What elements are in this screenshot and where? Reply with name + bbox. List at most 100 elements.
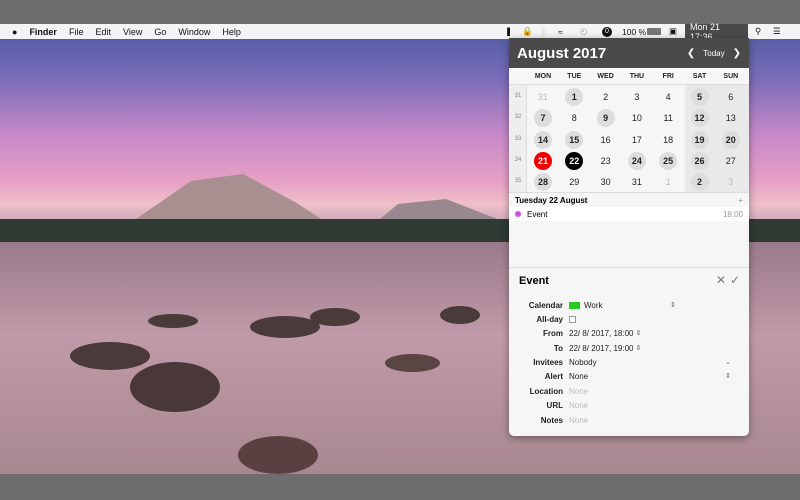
month-title: August 2017 [517,44,607,62]
field-label: Calendar [528,300,563,310]
day-cell[interactable]: 4 [659,88,677,106]
day-cell[interactable]: 10 [628,109,646,127]
field-alert[interactable]: Alert None ⇕ [509,369,749,383]
apple-menu-icon[interactable]: ● [0,27,23,37]
today-button[interactable]: Today [703,49,724,58]
event-title: Event [527,209,548,219]
menu-file[interactable]: File [63,27,90,37]
day-cell[interactable]: 18 [659,131,677,149]
event-time: 18:00 [722,209,743,219]
day-cell[interactable]: 3 [722,173,740,191]
field-label: URL [546,400,563,410]
day-cell[interactable]: 26 [690,151,709,170]
day-cell[interactable]: 29 [565,173,583,191]
field-url: URL None [509,398,749,412]
day-cell[interactable]: 15 [565,130,584,149]
day-cell[interactable]: 30 [597,173,615,191]
menu-view[interactable]: View [117,27,148,37]
stepper-icon[interactable]: ⇕ [725,372,731,380]
day-cell[interactable]: 24 [627,151,646,170]
day-cell[interactable]: 3 [628,88,646,106]
weekday-label: FRI [662,73,674,80]
clock[interactable]: Mon 21 17:36 [685,22,748,42]
spotlight-search-icon[interactable]: ⚲ [755,24,761,39]
day-cell[interactable]: 19 [690,130,709,149]
from-datetime-input[interactable]: 22/ 8/ 2017, 18:00 [569,329,634,338]
location-input[interactable]: None [569,387,588,396]
weekday-header: MON TUE WED THU FRI SAT SUN [509,68,749,84]
weekday-label: TUE [567,73,582,80]
close-icon[interactable]: ✕ [716,273,726,287]
calendar-menu-icon[interactable]: ▣ [669,24,677,39]
all-day-checkbox[interactable] [569,315,576,323]
field-location: Location None [509,384,749,398]
notification-center-icon[interactable]: ☰ [773,24,781,39]
battery-percent[interactable]: 100 % [622,24,646,39]
menu-help[interactable]: Help [216,27,247,37]
day-cell[interactable]: 31 [628,173,646,191]
status-icon[interactable]: ❚ [505,24,512,39]
day-cell[interactable]: 28 [534,173,552,192]
time-machine-icon[interactable]: ◴ [580,24,587,39]
day-cell[interactable]: 16 [597,131,615,149]
wifi-icon[interactable]: ≈ [558,24,563,39]
lock-icon[interactable]: 🔒 [522,24,533,39]
menu-app-finder[interactable]: Finder [23,27,63,37]
to-datetime-input[interactable]: 22/ 8/ 2017, 19:00 [569,344,634,353]
bluetooth-icon[interactable]: ᛒ [541,24,546,39]
week-number: 31 [514,93,522,99]
field-to: To 22/ 8/ 2017, 19:00 ⇕ [509,341,749,355]
calendar-color-swatch [569,301,580,309]
day-cell[interactable]: 6 [722,88,740,106]
weekday-label: WED [597,73,614,80]
day-cell-selected[interactable]: 22 [565,151,584,170]
day-cell-today[interactable]: 21 [534,151,552,170]
day-cell[interactable]: 20 [721,130,740,149]
calendar-select[interactable]: Work [584,301,670,310]
day-cell[interactable]: 1 [565,88,584,106]
event-list-item[interactable]: Event 18:00 [509,207,749,221]
day-cell[interactable]: 11 [659,109,677,127]
day-cell[interactable]: 13 [722,109,740,127]
battery-icon[interactable] [647,24,661,39]
day-cell[interactable]: 27 [722,152,740,170]
day-cell[interactable]: 25 [659,151,678,170]
prev-month-chevron-icon[interactable]: ❮ [687,48,695,59]
day-cell[interactable]: 12 [690,109,709,128]
chevron-down-icon[interactable]: ⌄ [725,358,731,366]
day-cell[interactable]: 5 [690,88,709,106]
stepper-icon[interactable]: ⇕ [670,301,676,309]
day-cell[interactable]: 8 [565,109,583,127]
confirm-check-icon[interactable]: ✓ [730,273,740,287]
invitees-value[interactable]: Nobody [569,358,725,367]
notification-badge[interactable]: 0 [602,26,612,37]
add-event-button[interactable]: + [738,196,743,205]
day-cell[interactable]: 17 [628,131,646,149]
field-label: From [543,328,563,338]
next-month-chevron-icon[interactable]: ❯ [733,48,741,59]
day-cell[interactable]: 31 [534,88,552,106]
day-cell[interactable]: 7 [534,109,552,128]
notes-input[interactable]: None [569,416,588,425]
alert-select[interactable]: None [569,372,725,381]
field-all-day: All-day [509,312,749,326]
day-cell[interactable]: 2 [690,173,709,192]
to-stepper-icon[interactable]: ⇕ [636,344,642,352]
field-from: From 22/ 8/ 2017, 18:00 ⇕ [509,326,749,340]
from-stepper-icon[interactable]: ⇕ [636,329,642,337]
day-cell[interactable]: 23 [597,152,615,170]
field-label: To [553,343,563,353]
week-number: 33 [514,135,522,142]
menu-edit[interactable]: Edit [89,27,117,37]
weekday-label: THU [629,73,645,80]
url-input[interactable]: None [569,401,588,410]
menu-window[interactable]: Window [172,27,216,37]
day-cell[interactable]: 2 [597,88,615,106]
field-invitees[interactable]: Invitees Nobody ⌄ [509,355,749,369]
field-calendar[interactable]: Calendar Work ⇕ [509,298,749,312]
day-cell[interactable]: 9 [596,109,615,128]
day-cell[interactable]: 1 [659,173,677,191]
menu-go[interactable]: Go [148,27,172,37]
month-grid: 31 31 1 2 3 4 5 6 32 7 8 9 10 11 12 13 33 14 15 16 17 18 19 20 3… [509,84,749,193]
day-cell[interactable]: 14 [534,130,552,149]
